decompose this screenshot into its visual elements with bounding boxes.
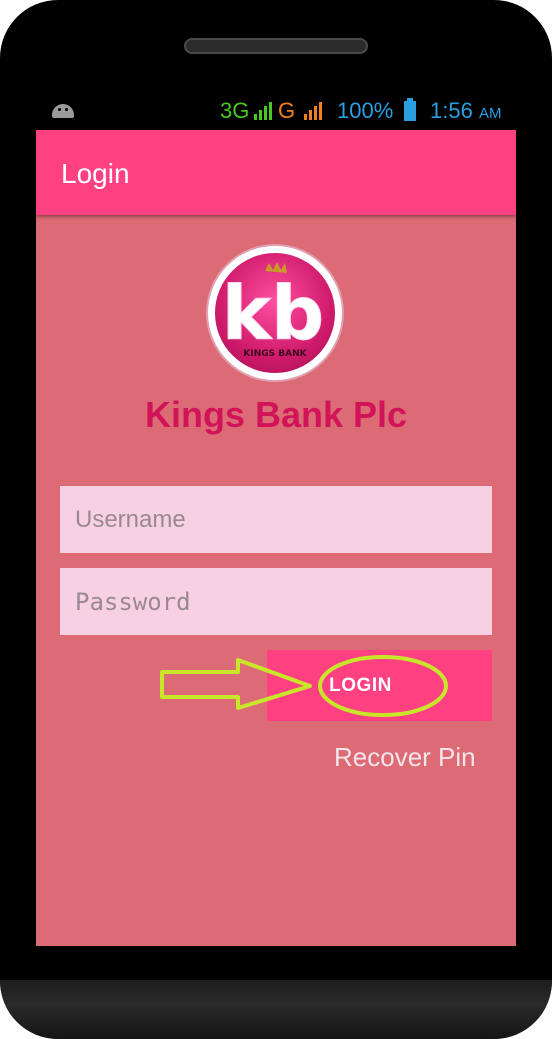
login-button[interactable]: LOGIN <box>267 650 492 721</box>
network-3g-label: 3G <box>220 98 250 123</box>
clock: 1:56 AM <box>430 97 501 128</box>
android-debug-icon <box>52 104 74 118</box>
logo-graphic: kb KINGS BANK <box>221 262 325 359</box>
battery-icon <box>404 98 416 121</box>
clock-ampm: AM <box>478 105 502 122</box>
battery-percentage: 100% <box>337 98 394 123</box>
password-input[interactable] <box>60 568 492 635</box>
earpiece-speaker <box>184 38 368 54</box>
recover-pin-link[interactable]: Recover Pin <box>334 742 476 773</box>
phone-bottom-bezel <box>0 980 552 1039</box>
bank-name-heading: Kings Bank Plc <box>144 394 408 435</box>
logo-badge: kb KINGS BANK <box>215 253 335 373</box>
kings-bank-logo: kb KINGS BANK <box>208 246 342 380</box>
logo-text: KINGS BANK <box>243 349 307 359</box>
clock-time: 1:56 <box>430 98 473 123</box>
app-screen: Login kb KINGS BANK Kings Bank Plc LOGIN… <box>36 130 516 946</box>
signal-3g-icon <box>254 102 272 120</box>
network-g-label: G <box>278 98 296 123</box>
status-bar: 3G G 100% 1:56 AM <box>36 92 516 130</box>
app-bar: Login <box>36 130 516 215</box>
page-title: Login <box>61 158 130 189</box>
logo-letters: kb <box>222 271 324 357</box>
username-input[interactable] <box>60 486 492 553</box>
signal-g-icon <box>304 102 322 120</box>
login-button-label: LOGIN <box>329 674 392 696</box>
phone-frame: 3G G 100% 1:56 AM Login kb KINGS BANK Ki… <box>0 0 552 1039</box>
